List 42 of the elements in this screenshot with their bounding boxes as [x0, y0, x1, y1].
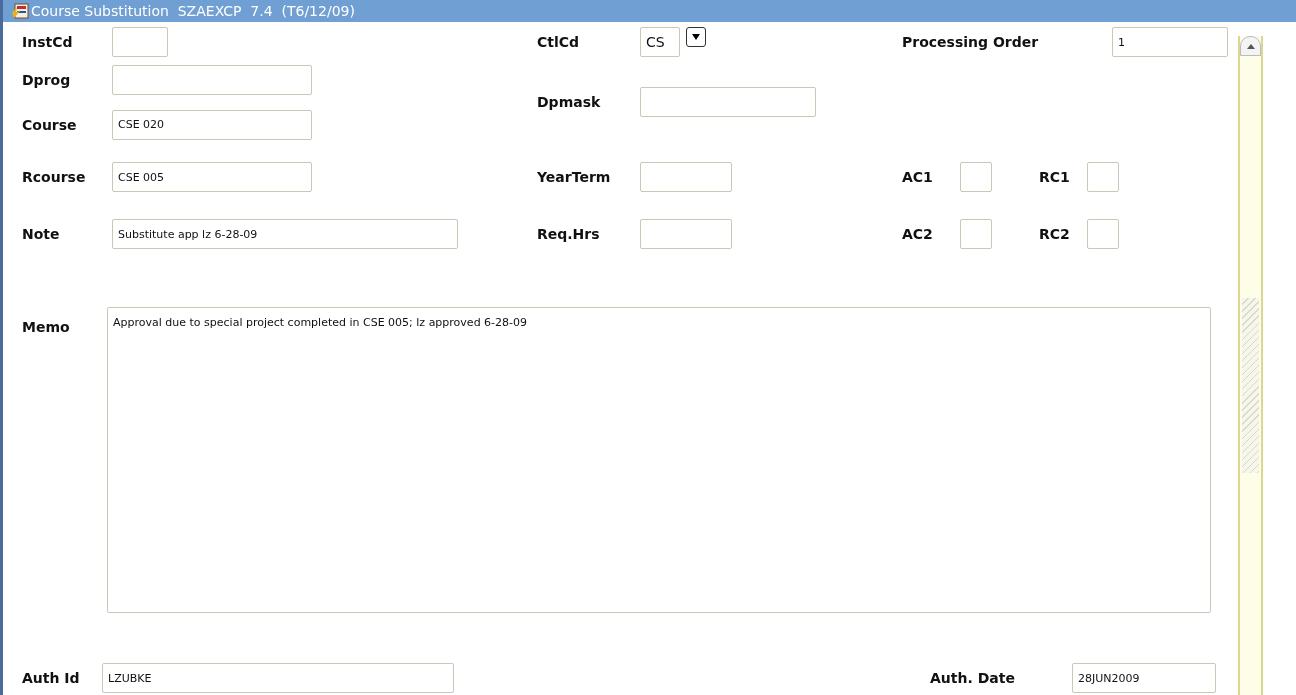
field-label: AC1: [902, 169, 934, 185]
input-field[interactable]: 1: [1112, 27, 1228, 57]
scrollbar[interactable]: [1238, 36, 1263, 695]
window-title: Course Substitution SZAEXCP 7.4 (T6/12/09): [31, 3, 355, 19]
input-field[interactable]: LZUBKE: [102, 663, 454, 693]
input-field[interactable]: [1087, 162, 1119, 192]
input-field[interactable]: [640, 219, 732, 249]
field-label: RC2: [1039, 226, 1071, 242]
app-icon: [11, 3, 29, 19]
field-label: Processing Order: [902, 34, 1040, 50]
input-field[interactable]: [112, 64, 312, 95]
input-field[interactable]: [960, 162, 992, 192]
field-label: AC2: [902, 226, 934, 242]
scroll-up-button[interactable]: [1240, 36, 1261, 56]
field-label: Memo: [22, 319, 71, 335]
field-label: Req.Hrs: [537, 226, 601, 242]
field-label: Auth. Date: [930, 670, 1016, 686]
field-label: YearTerm: [537, 169, 612, 185]
input-field[interactable]: [1087, 219, 1119, 249]
caret-icon: [692, 34, 700, 40]
field-label: Dpmask: [537, 94, 602, 110]
scroll-thumb-grip[interactable]: [1242, 298, 1259, 473]
dropdown-button[interactable]: [686, 27, 706, 47]
input-field[interactable]: [640, 162, 732, 192]
field-label: Dprog: [22, 71, 72, 88]
input-field[interactable]: CSE 020: [112, 109, 312, 140]
field-label: Rcourse: [22, 169, 87, 185]
input-field[interactable]: [640, 87, 816, 117]
input-field[interactable]: Substitute app lz 6-28-09: [112, 219, 458, 249]
field-label: Course: [22, 116, 78, 133]
input-field[interactable]: CSE 005: [112, 162, 312, 192]
memo-field[interactable]: Approval due to special project completed in CSE 005; lz approved 6-28-09: [107, 307, 1211, 613]
field-label: Auth Id: [22, 670, 81, 686]
field-label: InstCd: [22, 34, 74, 50]
input-field[interactable]: [112, 27, 168, 57]
field-label: RC1: [1039, 169, 1071, 185]
up-arrow-icon: [1246, 43, 1255, 49]
field-label: CtlCd: [537, 34, 581, 50]
input-field[interactable]: CS: [640, 27, 680, 57]
field-label: Note: [22, 226, 61, 242]
input-field[interactable]: [960, 219, 992, 249]
input-field[interactable]: 28JUN2009: [1072, 663, 1216, 693]
